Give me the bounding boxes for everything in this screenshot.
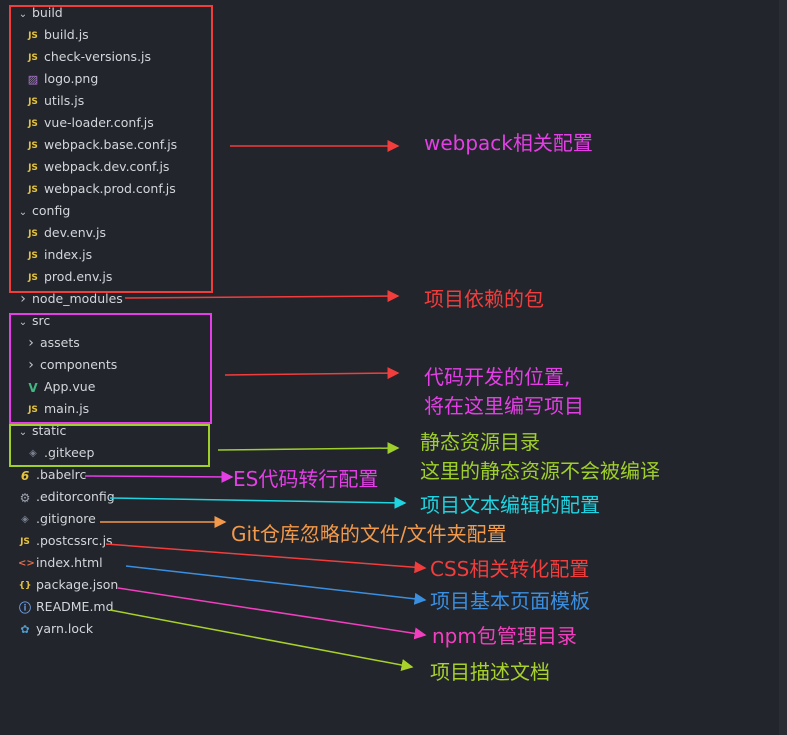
arrow-editorconfig	[109, 496, 407, 509]
annotation-static-line1: 静态资源目录	[420, 430, 540, 454]
arrow-index-html	[125, 565, 427, 605]
annotation-arrows	[84, 140, 427, 671]
annotation-static-line2: 这里的静态资源不会被编译	[420, 459, 660, 483]
annotation-gitignore: Git仓库忽略的文件/文件夹配置	[231, 522, 507, 546]
annotation-index-html: 项目基本页面模板	[430, 589, 590, 613]
annotation-editorconfig: 项目文本编辑的配置	[420, 493, 600, 517]
annotation-src-line1: 代码开发的位置,	[424, 365, 571, 389]
annotation-webpack: webpack相关配置	[424, 131, 593, 155]
annotation-readme: 项目描述文档	[430, 660, 550, 684]
annotation-postcssrc: CSS相关转化配置	[430, 557, 590, 581]
arrow-postcssrc	[105, 543, 427, 574]
arrow-babelrc	[84, 470, 234, 483]
annotation-src-line2: 将在这里编写项目	[424, 394, 584, 418]
annotation-package-json: npm包管理目录	[432, 624, 577, 648]
annotation-node-modules: 项目依赖的包	[424, 287, 544, 311]
arrow-node-modules	[124, 290, 400, 303]
annotation-babelrc: ES代码转行配置	[233, 467, 379, 491]
arrow-readme	[109, 609, 414, 671]
arrow-src	[224, 367, 400, 380]
arrow-static	[217, 442, 400, 455]
